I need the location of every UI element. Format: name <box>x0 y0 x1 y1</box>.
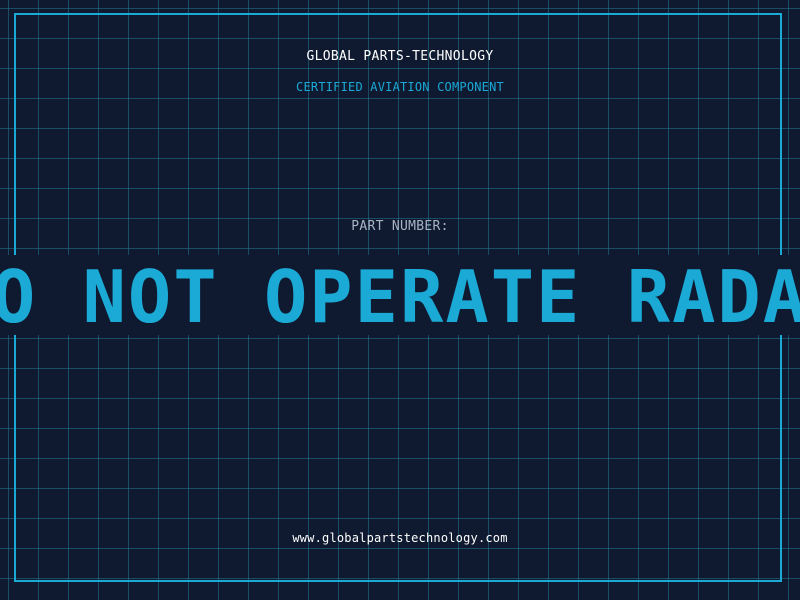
part-number-band: DO NOT OPERATE RADAR <box>0 255 800 335</box>
certification-tagline: CERTIFIED AVIATION COMPONENT <box>296 80 504 94</box>
brand-name: GLOBAL PARTS-TECHNOLOGY <box>306 49 494 64</box>
label-card: GLOBAL PARTS-TECHNOLOGY CERTIFIED AVIATI… <box>0 0 800 600</box>
website-url: www.globalpartstechnology.com <box>292 531 508 545</box>
part-number-value: DO NOT OPERATE RADAR <box>0 255 800 335</box>
part-number-label: PART NUMBER: <box>351 219 449 234</box>
